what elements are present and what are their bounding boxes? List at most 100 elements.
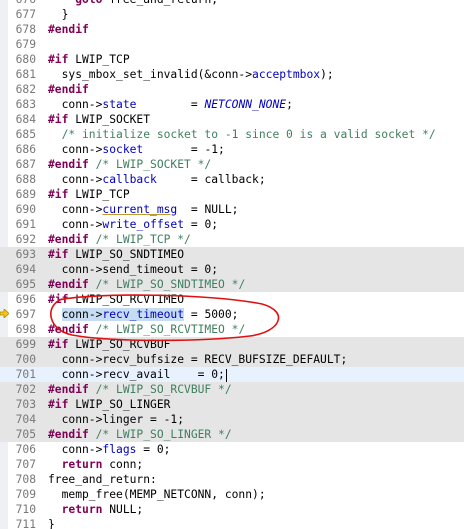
code-line[interactable]: 708 free_and_return: bbox=[0, 472, 464, 487]
code-line[interactable]: 677 } bbox=[0, 7, 464, 22]
code-text[interactable]: #endif /* LWIP_TCP */ bbox=[48, 232, 464, 247]
code-line[interactable]: 681 sys_mbox_set_invalid(&conn->acceptmb… bbox=[0, 67, 464, 82]
code-line[interactable]: 697 conn->recv_timeout = 5000; bbox=[0, 307, 464, 322]
code-text[interactable]: sys_mbox_set_invalid(&conn->acceptmbox); bbox=[48, 67, 464, 82]
code-line[interactable]: 698 #endif /* LWIP_SO_RCVTIMEO */ bbox=[0, 322, 464, 337]
code-token: #if bbox=[48, 338, 69, 351]
code-line[interactable]: 695 #endif /* LWIP_SO_SNDTIMEO */ bbox=[0, 277, 464, 292]
code-line[interactable]: 690 conn->current_msg = NULL; bbox=[0, 202, 464, 217]
code-line[interactable]: 682 #endif bbox=[0, 82, 464, 97]
code-token: ; bbox=[286, 98, 293, 111]
code-line[interactable]: 711} bbox=[0, 517, 464, 529]
code-line[interactable]: 693 #if LWIP_SO_SNDTIMEO bbox=[0, 247, 464, 262]
line-number: 678 bbox=[15, 23, 36, 36]
code-token: conn->recv_bufsize = RECV_BUFSIZE_DEFAUL… bbox=[48, 353, 348, 366]
code-text[interactable]: } bbox=[48, 517, 464, 529]
code-token: /* LWIP_SO_RCVTIMEO */ bbox=[88, 323, 246, 336]
code-line[interactable]: 692 #endif /* LWIP_TCP */ bbox=[0, 232, 464, 247]
code-token: LWIP_SO_SNDTIMEO bbox=[68, 248, 185, 261]
code-line[interactable]: 705 #endif /* LWIP_SO_LINGER */ bbox=[0, 427, 464, 442]
line-number: 689 bbox=[15, 188, 36, 201]
code-line[interactable]: 702 #endif /* LWIP_SO_RCVBUF */ bbox=[0, 382, 464, 397]
code-line[interactable]: 676 goto free_and_return; bbox=[0, 0, 464, 7]
code-text[interactable]: } bbox=[48, 7, 464, 22]
code-token: acceptmbox bbox=[252, 68, 321, 81]
code-lines[interactable]: 676 goto free_and_return;677 }678#endif6… bbox=[0, 0, 464, 529]
code-text[interactable]: #endif /* LWIP_SO_RCVBUF */ bbox=[48, 382, 464, 397]
code-text[interactable]: free_and_return: bbox=[48, 472, 464, 487]
line-number: 688 bbox=[15, 173, 36, 186]
code-text[interactable]: conn->send_timeout = 0; bbox=[48, 262, 464, 277]
code-line[interactable]: 688 conn->callback = callback; bbox=[0, 172, 464, 187]
line-number: 684 bbox=[15, 113, 36, 126]
code-token: goto bbox=[75, 0, 102, 6]
code-token: conn; bbox=[102, 458, 144, 471]
code-token: socket bbox=[102, 143, 144, 156]
code-token: #endif bbox=[48, 323, 89, 336]
code-text[interactable]: #endif /* LWIP_SO_LINGER */ bbox=[48, 427, 464, 442]
code-line[interactable]: 703 #if LWIP_SO_LINGER bbox=[0, 397, 464, 412]
code-text[interactable]: conn->state = NETCONN_NONE; bbox=[48, 97, 464, 112]
code-text[interactable]: #endif bbox=[48, 82, 464, 97]
code-line[interactable]: 684 #if LWIP_SOCKET bbox=[0, 112, 464, 127]
code-line[interactable]: 686 conn->socket = -1; bbox=[0, 142, 464, 157]
code-text[interactable]: goto free_and_return; bbox=[48, 0, 464, 7]
code-line[interactable]: 679 bbox=[0, 37, 464, 52]
code-line[interactable]: 683 conn->state = NETCONN_NONE; bbox=[0, 97, 464, 112]
code-text[interactable]: #if LWIP_SOCKET bbox=[48, 112, 464, 127]
code-text[interactable]: conn->recv_bufsize = RECV_BUFSIZE_DEFAUL… bbox=[48, 352, 464, 367]
code-text[interactable]: #if LWIP_SO_LINGER bbox=[48, 397, 464, 412]
code-line[interactable]: 689 #if LWIP_TCP bbox=[0, 187, 464, 202]
code-line[interactable]: 700 conn->recv_bufsize = RECV_BUFSIZE_DE… bbox=[0, 352, 464, 367]
code-line[interactable]: 691 conn->write_offset = 0; bbox=[0, 217, 464, 232]
code-text[interactable]: #if LWIP_TCP bbox=[48, 187, 464, 202]
code-text[interactable]: return conn; bbox=[48, 457, 464, 472]
code-token: #endif bbox=[48, 233, 89, 246]
code-text[interactable]: memp_free(MEMP_NETCONN, conn); bbox=[48, 487, 464, 502]
code-line[interactable]: 687 #endif /* LWIP_SOCKET */ bbox=[0, 157, 464, 172]
code-editor[interactable]: 676 goto free_and_return;677 }678#endif6… bbox=[0, 0, 464, 529]
code-text[interactable]: conn->flags = 0; bbox=[48, 442, 464, 457]
code-text[interactable]: #endif bbox=[48, 22, 464, 37]
code-line[interactable]: 707 return conn; bbox=[0, 457, 464, 472]
code-line[interactable]: 699 #if LWIP_SO_RCVBUF bbox=[0, 337, 464, 352]
code-text[interactable]: #if LWIP_SO_SNDTIMEO bbox=[48, 247, 464, 262]
code-line[interactable]: 685 /* initialize socket to -1 since 0 i… bbox=[0, 127, 464, 142]
line-number: 702 bbox=[15, 383, 36, 396]
code-text[interactable]: conn->current_msg = NULL; bbox=[48, 202, 464, 217]
code-token: write_offset bbox=[102, 218, 185, 231]
code-token: NETCONN_NONE bbox=[204, 98, 287, 111]
line-number: 682 bbox=[15, 83, 36, 96]
code-line[interactable]: 709 memp_free(MEMP_NETCONN, conn); bbox=[0, 487, 464, 502]
code-text[interactable]: conn->recv_timeout = 5000; bbox=[48, 307, 464, 322]
text-caret bbox=[225, 368, 227, 382]
code-text[interactable]: #if LWIP_SO_RCVTIMEO bbox=[48, 292, 464, 307]
code-text[interactable]: conn->callback = callback; bbox=[48, 172, 464, 187]
code-text[interactable]: #endif /* LWIP_SOCKET */ bbox=[48, 157, 464, 172]
code-token: conn-> bbox=[48, 98, 103, 111]
code-text[interactable]: conn->write_offset = 0; bbox=[48, 217, 464, 232]
code-text[interactable]: #if LWIP_TCP bbox=[48, 52, 464, 67]
code-line[interactable]: 706 conn->flags = 0; bbox=[0, 442, 464, 457]
code-token: = NULL; bbox=[177, 203, 239, 216]
line-number: 708 bbox=[15, 473, 36, 486]
code-line[interactable]: 701 conn->recv_avail = 0; bbox=[0, 367, 464, 382]
code-line[interactable]: 678 #endif bbox=[0, 22, 464, 37]
code-text[interactable]: conn->recv_avail = 0; bbox=[48, 367, 464, 382]
code-line[interactable]: 710 return NULL; bbox=[0, 502, 464, 517]
code-text[interactable]: /* initialize socket to -1 since 0 is a … bbox=[48, 127, 464, 142]
line-number: 679 bbox=[15, 38, 36, 51]
code-text[interactable]: #if LWIP_SO_RCVBUF bbox=[48, 337, 464, 352]
code-text[interactable]: #endif /* LWIP_SO_RCVTIMEO */ bbox=[48, 322, 464, 337]
code-line[interactable]: 694 conn->send_timeout = 0; bbox=[0, 262, 464, 277]
code-text[interactable]: conn->socket = -1; bbox=[48, 142, 464, 157]
code-text[interactable]: conn->linger = -1; bbox=[48, 412, 464, 427]
code-line[interactable]: 704 conn->linger = -1; bbox=[0, 412, 464, 427]
code-line[interactable]: 696 #if LWIP_SO_RCVTIMEO bbox=[0, 292, 464, 307]
line-number: 695 bbox=[15, 278, 36, 291]
code-text[interactable]: #endif /* LWIP_SO_SNDTIMEO */ bbox=[48, 277, 464, 292]
code-line[interactable]: 680 #if LWIP_TCP bbox=[0, 52, 464, 67]
code-text[interactable]: return NULL; bbox=[48, 502, 464, 517]
